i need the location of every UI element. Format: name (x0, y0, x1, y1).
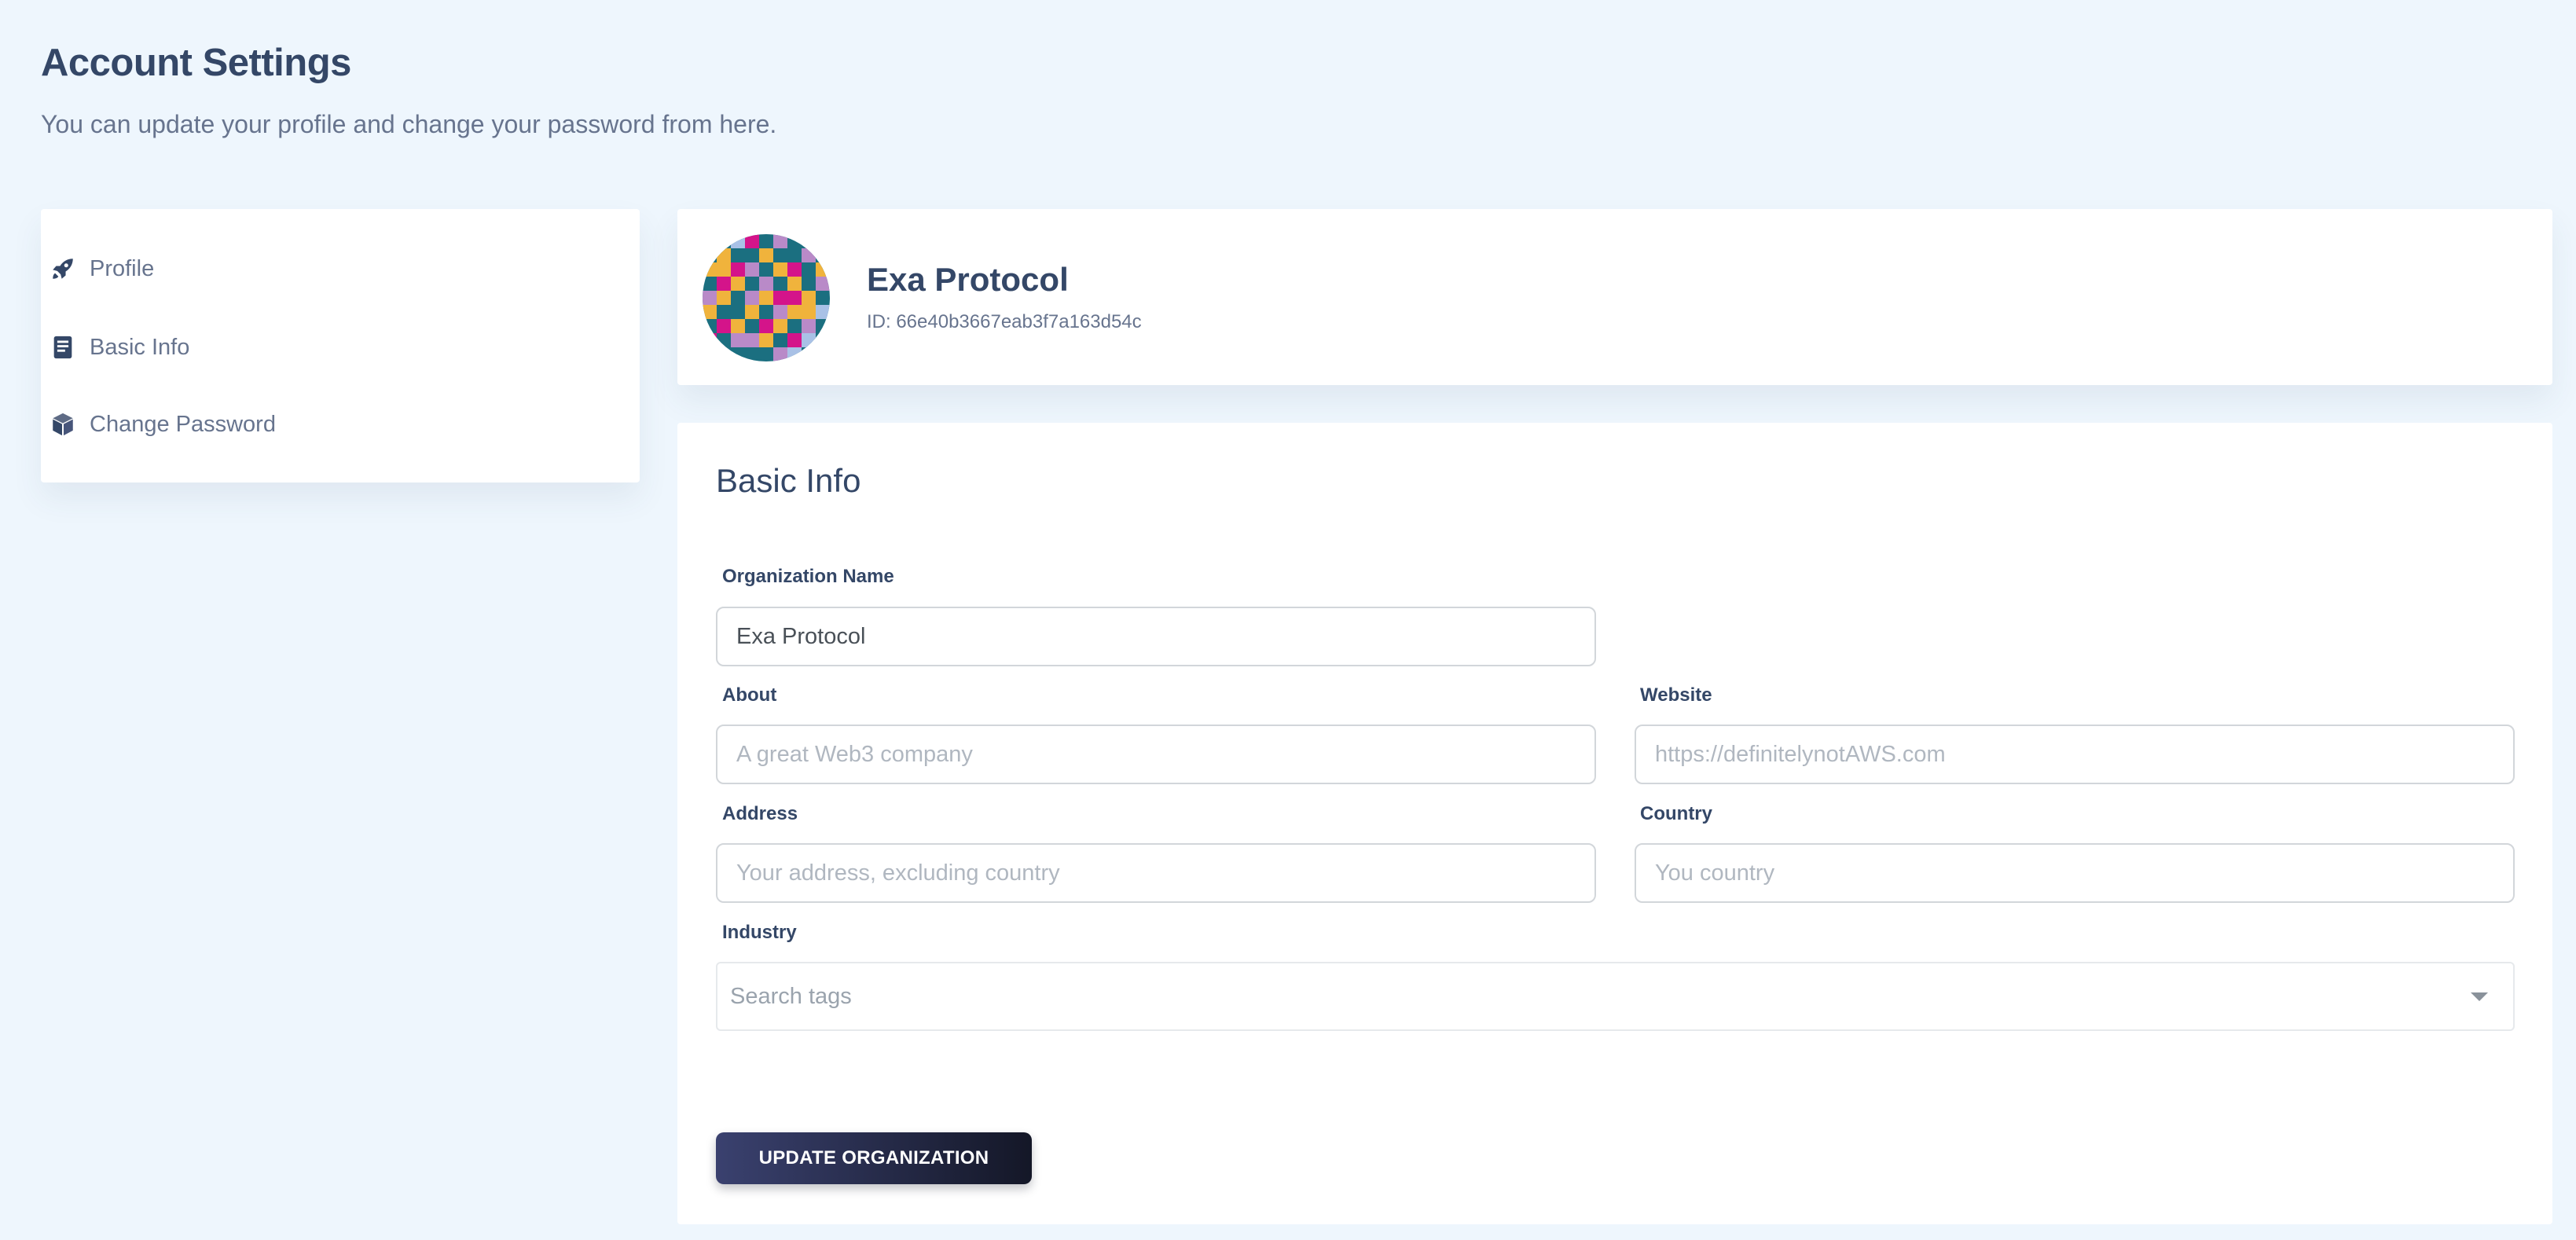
chevron-down-icon[interactable] (2471, 992, 2488, 1001)
about-input[interactable]: A great Web3 company (716, 725, 1596, 784)
avatar (703, 234, 830, 361)
update-organization-button[interactable]: UPDATE ORGANIZATION (716, 1132, 1032, 1184)
address-placeholder: Your address, excluding country (736, 860, 1060, 886)
organization-name-label: Organization Name (722, 566, 894, 587)
sidebar-item-change-password[interactable]: Change Password (49, 405, 276, 443)
address-label: Address (722, 803, 798, 824)
country-label: Country (1640, 803, 1712, 824)
basic-info-card (677, 423, 2552, 1224)
section-title: Basic Info (716, 462, 861, 499)
sidebar-item-label: Profile (90, 255, 155, 281)
about-placeholder: A great Web3 company (736, 741, 973, 767)
sidebar-item-basic-info[interactable]: Basic Info (49, 328, 189, 366)
sidebar-item-label: Basic Info (90, 334, 190, 360)
website-label: Website (1640, 684, 1712, 706)
industry-label: Industry (722, 922, 797, 943)
page-title: Account Settings (41, 42, 351, 84)
about-label: About (722, 684, 777, 706)
website-placeholder: https://definitelynotAWS.com (1655, 741, 1946, 767)
rocket-icon (49, 255, 77, 283)
sidebar-item-profile[interactable]: Profile (49, 250, 154, 288)
organization-name-input[interactable]: Exa Protocol (716, 607, 1596, 666)
sidebar-item-label: Change Password (90, 411, 276, 437)
document-icon (49, 333, 77, 361)
website-input[interactable]: https://definitelynotAWS.com (1635, 725, 2515, 784)
country-input[interactable]: You country (1635, 843, 2515, 903)
box-icon (49, 410, 77, 438)
page-subtitle: You can update your profile and change y… (41, 110, 777, 138)
address-input[interactable]: Your address, excluding country (716, 843, 1596, 903)
organization-id: ID: 66e40b3667eab3f7a163d54c (867, 311, 1142, 332)
industry-placeholder: Search tags (730, 983, 852, 1009)
organization-name: Exa Protocol (867, 261, 1069, 298)
organization-name-value: Exa Protocol (736, 623, 866, 649)
industry-select[interactable]: Search tags (716, 962, 2515, 1031)
country-placeholder: You country (1655, 860, 1775, 886)
